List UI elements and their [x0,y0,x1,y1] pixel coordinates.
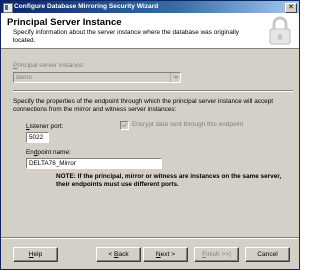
listener-port-label: Listener port: [26,123,64,130]
encrypt-checkbox[interactable] [120,121,129,130]
principal-instance-value: demo [16,74,32,81]
listener-port-field[interactable] [26,132,49,143]
page-description: Specify information about the server ins… [13,29,239,44]
ports-note: NOTE: If the principal, mirror or witnes… [56,173,282,188]
close-button[interactable]: ✕ [285,3,297,13]
endpoint-name-field[interactable] [26,158,162,169]
principal-instance-select[interactable]: demo [13,72,181,83]
wizard-window: Configure Database Mirroring Security Wi… [0,0,300,270]
endpoint-name-label: Endpoint name: [26,149,71,156]
encrypt-label: Encrypt data sent through this endpoint [132,121,244,128]
cancel-button[interactable]: Cancel [245,247,290,262]
listener-port-input[interactable] [27,133,48,142]
endpoint-name-input[interactable] [27,159,161,168]
padlock-icon [269,16,291,45]
wizard-header: Principal Server Instance Specify inform… [1,13,299,49]
footer-divider [1,237,299,239]
page-title: Principal Server Instance [7,17,122,28]
title-bar: Configure Database Mirroring Security Wi… [1,1,299,13]
window-title: Configure Database Mirroring Security Wi… [14,3,159,10]
next-button[interactable]: Next > [143,247,188,262]
endpoint-description: Specify the properties of the endpoint t… [13,98,274,113]
section-divider [13,90,293,92]
chevron-down-icon[interactable] [170,73,180,82]
back-button[interactable]: < Back [96,247,141,262]
app-icon [3,3,13,13]
principal-instance-label: Principal server instance: [13,62,85,69]
help-button[interactable]: Help [13,247,58,262]
finish-button[interactable]: Finish >>| [194,247,239,262]
